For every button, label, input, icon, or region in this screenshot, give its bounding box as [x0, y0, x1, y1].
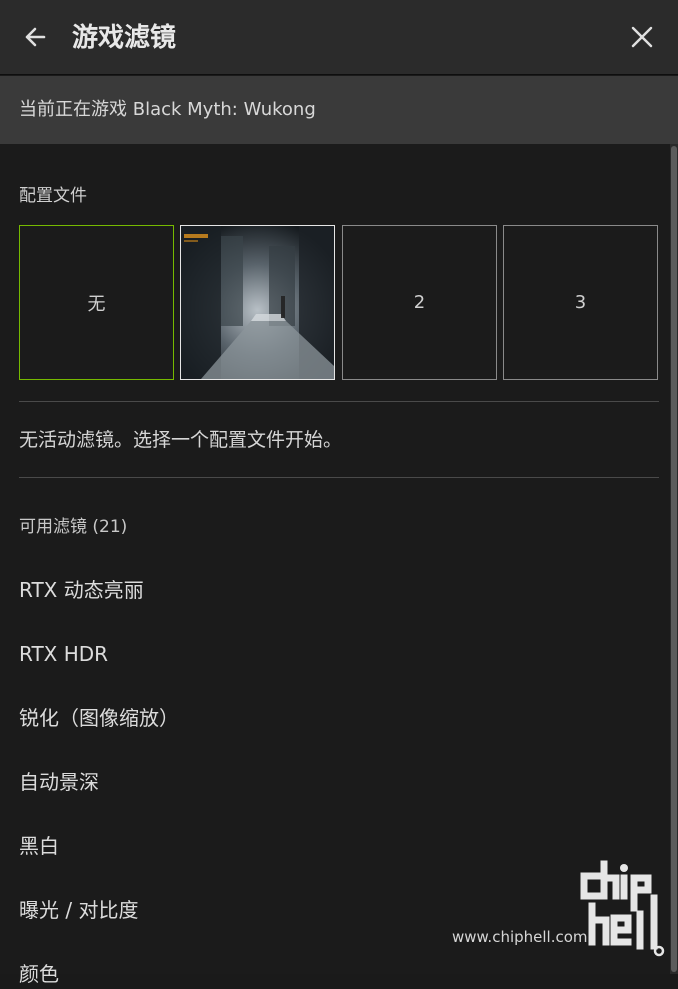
game-screenshot-thumbnail — [181, 226, 334, 379]
page-title: 游戏滤镜 — [72, 23, 177, 53]
filters-panel: 配置文件 无 2 3 无活动滤镜。选择一个配置文件开始。 可用滤镜 (21) R… — [0, 144, 670, 986]
no-active-filter-status: 无活动滤镜。选择一个配置文件开始。 — [19, 429, 343, 451]
filter-item-sharpen[interactable]: 锐化（图像缩放） — [19, 703, 179, 733]
filter-item-auto-dof[interactable]: 自动景深 — [19, 767, 99, 797]
filter-item-color[interactable]: 颜色 — [19, 959, 59, 989]
filter-item-black-white[interactable]: 黑白 — [19, 831, 59, 861]
profile-label: 2 — [413, 292, 426, 313]
profile-2[interactable]: 2 — [342, 225, 497, 380]
current-game-text: 当前正在游戏 Black Myth: Wukong — [19, 99, 316, 120]
profile-label: 3 — [574, 292, 587, 313]
profile-3[interactable]: 3 — [503, 225, 658, 380]
filter-item-rtx-hdr[interactable]: RTX HDR — [19, 639, 108, 669]
close-button[interactable] — [626, 21, 658, 53]
profile-list: 无 2 3 — [19, 225, 659, 380]
profile-1-thumbnail[interactable] — [180, 225, 335, 380]
divider — [19, 401, 659, 402]
profiles-label: 配置文件 — [19, 186, 87, 206]
back-button[interactable] — [18, 20, 52, 54]
current-game-bar: 当前正在游戏 Black Myth: Wukong — [0, 76, 678, 144]
profile-none[interactable]: 无 — [19, 225, 174, 380]
profile-label: 无 — [87, 293, 106, 315]
available-filters-header: 可用滤镜 (21) — [19, 517, 128, 537]
filter-item-rtx-dynamic-vibrance[interactable]: RTX 动态亮丽 — [19, 575, 144, 605]
scrollbar[interactable] — [670, 144, 678, 974]
close-icon — [631, 26, 653, 48]
scrollbar-thumb[interactable] — [671, 146, 677, 972]
filter-item-exposure-contrast[interactable]: 曝光 / 对比度 — [19, 895, 138, 925]
header-bar: 游戏滤镜 — [0, 0, 678, 75]
divider — [19, 477, 659, 478]
arrow-left-icon — [25, 27, 46, 47]
